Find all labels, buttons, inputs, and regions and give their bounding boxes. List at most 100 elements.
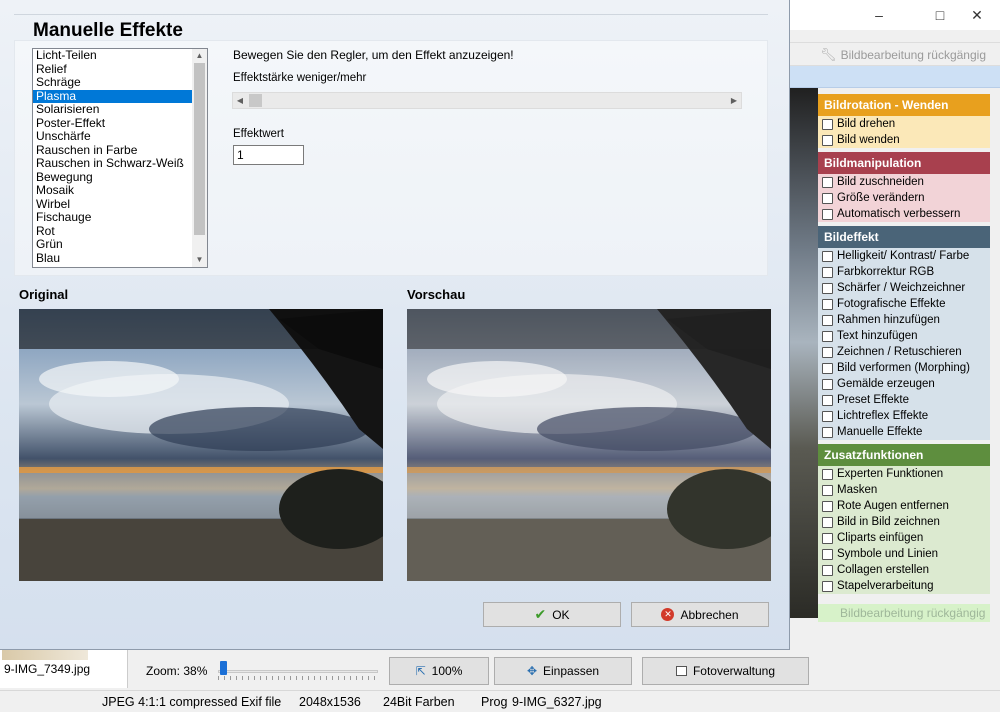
- rotate-image-icon: [822, 118, 833, 130]
- photo-manager-label: Fotoverwaltung: [692, 664, 776, 678]
- sidebar-item[interactable]: Zeichnen / Retuschieren: [818, 344, 990, 360]
- sidebar-item-label: Manuelle Effekte: [837, 426, 923, 438]
- clipart-icon: [822, 532, 833, 544]
- resize-icon: [822, 192, 833, 204]
- strength-slider[interactable]: ◀ ▶: [232, 92, 742, 109]
- sidebar-item[interactable]: Bild verformen (Morphing): [818, 360, 990, 376]
- symbols-icon: [822, 548, 833, 560]
- effect-list-item[interactable]: Plasma: [33, 89, 193, 103]
- effect-list-item[interactable]: Wirbel: [33, 197, 193, 212]
- effect-list-item[interactable]: Unschärfe: [33, 129, 193, 144]
- auto-enhance-icon: [822, 208, 833, 220]
- sidebar-item[interactable]: Manuelle Effekte: [818, 424, 990, 440]
- scroll-right-icon[interactable]: ▶: [727, 93, 741, 108]
- sidebar-item-label: Collagen erstellen: [837, 564, 930, 576]
- sidebar-item[interactable]: Symbole und Linien: [818, 546, 990, 562]
- sidebar-item[interactable]: Rahmen hinzufügen: [818, 312, 990, 328]
- effect-list-scrollbar[interactable]: ▲ ▼: [192, 49, 207, 267]
- photo-manager-icon: [675, 666, 687, 676]
- thumbnail-label: 9-IMG_7349.jpg: [4, 662, 91, 676]
- sidebar-item[interactable]: Bild zuschneiden: [818, 174, 990, 190]
- flip-image-icon: [822, 134, 833, 146]
- sidebar-item[interactable]: Cliparts einfügen: [818, 530, 990, 546]
- sidebar-item-label: Experten Funktionen: [837, 468, 944, 480]
- close-button[interactable]: ✕: [954, 0, 1000, 30]
- sharpen-icon: [822, 282, 833, 294]
- sidebar-item[interactable]: Text hinzufügen: [818, 328, 990, 344]
- zoom-slider[interactable]: [218, 658, 378, 680]
- sidebar-item-label: Preset Effekte: [837, 394, 910, 406]
- sidebar-category-header[interactable]: Bildeffekt: [818, 226, 990, 248]
- effect-list-item[interactable]: Solarisieren: [33, 102, 193, 117]
- sidebar-item-label: Farbkorrektur RGB: [837, 266, 935, 278]
- original-image: [19, 309, 383, 581]
- toolbar: 🔧︎ Bildbearbeitung rückgängig: [790, 42, 1000, 66]
- sidebar-item[interactable]: Bild wenden: [818, 132, 990, 148]
- photo-manager-button[interactable]: Fotoverwaltung: [642, 657, 809, 685]
- effect-list-item[interactable]: Licht-Teilen: [33, 48, 193, 63]
- sidebar-undo-button[interactable]: Bildbearbeitung rückgängig: [818, 604, 990, 622]
- sidebar-item[interactable]: Fotografische Effekte: [818, 296, 990, 312]
- sidebar-item[interactable]: Collagen erstellen: [818, 562, 990, 578]
- strength-slider-thumb[interactable]: [249, 94, 262, 107]
- effect-list-item[interactable]: Rauschen in Farbe: [33, 143, 193, 158]
- sidebar-item[interactable]: Bild in Bild zeichnen: [818, 514, 990, 530]
- effect-list-item[interactable]: Schräge: [33, 75, 193, 90]
- status-prog: Prog: [481, 695, 508, 709]
- effect-listbox[interactable]: Licht-Teilen Relief Schräge Plasma Solarisie…: [32, 48, 208, 268]
- sidebar-item[interactable]: Stapelverarbeitung: [818, 578, 990, 594]
- sidebar-item[interactable]: Helligkeit/ Kontrast/ Farbe: [818, 248, 990, 264]
- original-label: Original: [19, 287, 69, 302]
- sidebar-item[interactable]: Automatisch verbessern: [818, 206, 990, 222]
- effect-value-input[interactable]: [233, 145, 304, 165]
- effect-list-item[interactable]: Blau: [33, 251, 193, 266]
- sidebar-item-label: Lichtreflex Effekte: [837, 410, 929, 422]
- sidebar-item[interactable]: Rote Augen entfernen: [818, 498, 990, 514]
- toolbar-undo-button[interactable]: 🔧︎ Bildbearbeitung rückgängig: [820, 47, 986, 63]
- minimize-button[interactable]: –: [856, 0, 902, 30]
- sidebar-item[interactable]: Schärfer / Weichzeichner: [818, 280, 990, 296]
- effect-list-item[interactable]: Poster-Effekt: [33, 116, 193, 131]
- sidebar-item[interactable]: Experten Funktionen: [818, 466, 990, 482]
- sidebar-category-header[interactable]: Bildrotation - Wenden: [818, 94, 990, 116]
- zoom-100-button[interactable]: ⇱ 100%: [389, 657, 489, 685]
- effect-list-item[interactable]: Bewegung: [33, 170, 193, 185]
- scroll-down-icon[interactable]: ▼: [192, 253, 207, 267]
- zoom-ticks: [218, 676, 378, 680]
- effect-list-item[interactable]: Grün: [33, 237, 193, 252]
- sidebar-item-label: Bild wenden: [837, 134, 900, 146]
- effect-list-item[interactable]: Relief: [33, 62, 193, 77]
- sidebar-category-header[interactable]: Zusatzfunktionen: [818, 444, 990, 466]
- scroll-left-icon[interactable]: ◀: [233, 93, 247, 108]
- effect-value-label: Effektwert: [233, 128, 284, 140]
- sidebar-item[interactable]: Farbkorrektur RGB: [818, 264, 990, 280]
- dialog-title: Manuelle Effekte: [33, 20, 183, 41]
- sidebar-item[interactable]: Masken: [818, 482, 990, 498]
- effect-list-scroll-thumb[interactable]: [194, 63, 205, 235]
- cancel-icon: ✕: [661, 608, 675, 621]
- sidebar-category-items: Experten Funktionen Masken Rote Augen entf…: [818, 466, 990, 594]
- fit-button[interactable]: ✥ Einpassen: [494, 657, 632, 685]
- sidebar-item[interactable]: Lichtreflex Effekte: [818, 408, 990, 424]
- sidebar-item-label: Rahmen hinzufügen: [837, 314, 940, 326]
- preview-photo: [407, 309, 771, 581]
- ok-button[interactable]: ✔ OK: [483, 602, 621, 627]
- sidebar-item[interactable]: Gemälde erzeugen: [818, 376, 990, 392]
- sidebar-item-label: Cliparts einfügen: [837, 532, 924, 544]
- effect-list-item[interactable]: Fischauge: [33, 210, 193, 225]
- text-icon: [822, 330, 833, 342]
- effect-list-item[interactable]: Rot: [33, 224, 193, 239]
- scroll-up-icon[interactable]: ▲: [192, 49, 207, 63]
- sidebar-category-header[interactable]: Bildmanipulation: [818, 152, 990, 174]
- effect-list-item[interactable]: Mosaik: [33, 183, 193, 198]
- cancel-button[interactable]: ✕ Abbrechen: [631, 602, 769, 627]
- zoom-slider-thumb[interactable]: [220, 661, 227, 675]
- collage-icon: [822, 564, 833, 576]
- sidebar-item[interactable]: Preset Effekte: [818, 392, 990, 408]
- sidebar-item-label: Stapelverarbeitung: [837, 580, 934, 592]
- instruction-text: Bewegen Sie den Regler, um den Effekt an…: [233, 48, 514, 62]
- sidebar-item[interactable]: Bild drehen: [818, 116, 990, 132]
- sidebar-item-label: Zeichnen / Retuschieren: [837, 346, 962, 358]
- sidebar-item[interactable]: Größe verändern: [818, 190, 990, 206]
- effect-list-item[interactable]: Rauschen in Schwarz-Weiß: [33, 156, 193, 171]
